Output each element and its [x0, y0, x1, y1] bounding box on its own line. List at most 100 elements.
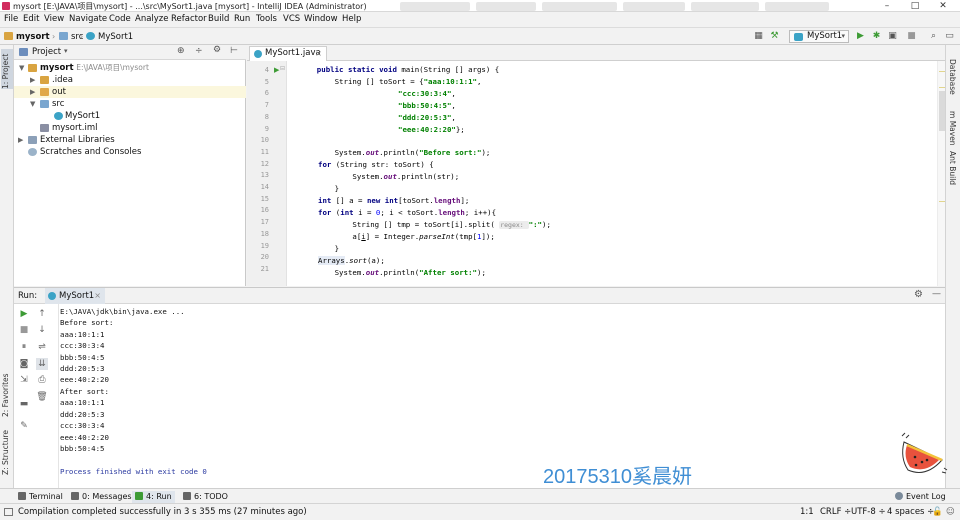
run-configuration-select[interactable]: MySort1 ▾: [789, 30, 849, 43]
search-icon[interactable]: ⌕: [928, 31, 939, 42]
code-keyword: new int: [366, 196, 399, 205]
tab-project[interactable]: 1: Project: [1, 49, 13, 89]
code-string: "aaa:10:1:1": [423, 77, 477, 86]
run-tab-mysort1[interactable]: MySort1 ×: [45, 288, 105, 304]
tab-ant-build[interactable]: Ant Build: [948, 151, 957, 185]
project-panel-header: Project ▾ ⊕ ÷ ⚙ ⊢: [14, 45, 246, 60]
up-arrow-icon[interactable]: ↑: [36, 308, 48, 320]
code-string: "Before sort:": [419, 148, 482, 157]
tree-item-scratches[interactable]: Scratches and Consoles: [14, 146, 246, 158]
print-icon[interactable]: ⎙: [36, 374, 48, 386]
tab-messages[interactable]: 0: Messages: [71, 491, 132, 503]
editor-tab-mysort1-java[interactable]: MySort1.java ×: [249, 46, 327, 61]
minimize-icon[interactable]: –: [874, 0, 900, 12]
camera-icon[interactable]: ◙: [18, 358, 30, 370]
hide-icon[interactable]: ⊢: [230, 46, 238, 56]
chevron-down-icon[interactable]: ▾: [64, 47, 68, 55]
project-view-label[interactable]: Project: [32, 47, 61, 57]
debug-icon[interactable]: ✱: [871, 31, 882, 42]
indent-setting[interactable]: 4 spaces ÷: [887, 507, 934, 517]
minimize-panel-icon[interactable]: —: [932, 289, 941, 299]
tab-run[interactable]: 4: Run: [132, 491, 175, 503]
menu-refactor[interactable]: Refactor: [171, 14, 207, 24]
menu-build[interactable]: Build: [208, 14, 229, 24]
scroll-to-end-icon[interactable]: ⇊: [36, 358, 48, 370]
scrollbar-thumb[interactable]: [939, 91, 945, 131]
gear-icon[interactable]: ⚙: [914, 289, 923, 300]
stop-icon[interactable]: ■: [18, 324, 30, 336]
editor-scrollbar[interactable]: [937, 61, 945, 286]
menu-navigate[interactable]: Navigate: [69, 14, 107, 24]
coverage-icon[interactable]: ▣: [887, 31, 898, 42]
caret-position[interactable]: 1:1: [800, 507, 814, 517]
breadcrumb-project[interactable]: mysort: [4, 31, 50, 43]
menu-view[interactable]: View: [44, 14, 64, 24]
lock-icon[interactable]: 🔓: [932, 507, 943, 517]
menu-tools[interactable]: Tools: [256, 14, 277, 24]
java-class-icon: [86, 32, 95, 40]
toggle-tool-windows-icon[interactable]: [4, 508, 13, 516]
rerun-icon[interactable]: ▶: [18, 308, 30, 320]
tree-item-external-libraries[interactable]: ▶ External Libraries: [14, 134, 246, 146]
menu-edit[interactable]: Edit: [23, 14, 39, 24]
collapse-icon[interactable]: ÷: [195, 46, 203, 56]
pause-icon[interactable]: ⏸: [18, 341, 30, 353]
tree-item-mysort1[interactable]: MySort1: [14, 110, 246, 122]
down-arrow-icon[interactable]: ↓: [36, 324, 48, 336]
module-folder-icon: [28, 64, 37, 72]
tab-terminal[interactable]: Terminal: [18, 491, 63, 503]
tab-favorites[interactable]: 2: Favorites: [1, 373, 13, 417]
restore-layout-icon[interactable]: ⇲: [18, 374, 30, 386]
pin-icon[interactable]: ✎: [18, 420, 30, 432]
console-line: eee:40:2:20: [60, 375, 109, 384]
tab-maven[interactable]: m Maven: [948, 111, 957, 146]
java-class-icon: [48, 292, 56, 300]
tree-item-mysort[interactable]: ▼ mysort E:\JAVA\项目\mysort: [14, 62, 246, 74]
file-encoding[interactable]: UTF-8 ÷: [851, 507, 886, 517]
close-window-icon[interactable]: ✕: [930, 0, 956, 12]
hammer-icon[interactable]: ⚒: [769, 31, 780, 42]
breadcrumb-class[interactable]: MySort1: [86, 31, 133, 43]
gear-icon[interactable]: ⚙: [213, 45, 221, 55]
tab-structure[interactable]: Z: Structure: [1, 430, 13, 475]
menu-help[interactable]: Help: [342, 14, 361, 24]
tree-item-out[interactable]: ▶ out: [14, 86, 246, 98]
line-separator[interactable]: CRLF ÷: [820, 507, 851, 517]
menu-analyze[interactable]: Analyze: [135, 14, 169, 24]
line-number: 5: [264, 77, 269, 86]
layout-icon[interactable]: ▭: [944, 31, 955, 42]
menu-window[interactable]: Window: [304, 14, 338, 24]
status-message[interactable]: Compilation completed successfully in 3 …: [18, 507, 307, 517]
run-gutter-icon[interactable]: ▶: [274, 66, 279, 74]
menu-vcs[interactable]: VCS: [283, 14, 300, 24]
tab-database[interactable]: Database: [948, 59, 957, 95]
stop-icon[interactable]: ■: [906, 31, 917, 42]
console-line: bbb:50:4:5: [60, 444, 105, 453]
watermelon-seed: [920, 460, 924, 464]
menu-file[interactable]: File: [4, 14, 18, 24]
maximize-icon[interactable]: □: [902, 0, 928, 12]
code-string: "bbb:50:4:5": [398, 101, 452, 110]
soft-wrap-icon[interactable]: ⇌: [36, 341, 48, 353]
bottom-tool-tabs: Terminal 0: Messages 4: Run 6: TODO Even…: [0, 488, 960, 503]
fold-icon[interactable]: ⊟: [280, 65, 285, 72]
code-token: String [] toSort = {: [299, 77, 424, 86]
build-icon[interactable]: ▦: [753, 31, 764, 42]
tree-item-idea[interactable]: ▶ .idea: [14, 74, 246, 86]
menu-run[interactable]: Run: [234, 14, 250, 24]
console-output[interactable]: E:\JAVA\jdk\bin\java.exe ... Before sort…: [58, 304, 948, 489]
close-tab-icon[interactable]: ×: [94, 288, 101, 304]
pin-tab-icon[interactable]: ▬: [18, 398, 30, 410]
error-stripe-marker: [939, 87, 945, 88]
tree-item-mysort-iml[interactable]: mysort.iml: [14, 122, 246, 134]
tab-todo[interactable]: 6: TODO: [183, 491, 228, 503]
code-token: main(String [] args) {: [401, 65, 500, 74]
tab-event-log[interactable]: Event Log: [895, 491, 946, 503]
locate-icon[interactable]: ⊕: [177, 46, 185, 56]
trash-icon[interactable]: 🗑: [36, 391, 48, 403]
run-icon[interactable]: ▶: [855, 31, 866, 42]
inspector-icon[interactable]: ☺: [946, 507, 955, 517]
menu-code[interactable]: Code: [109, 14, 131, 24]
tree-item-src[interactable]: ▼ src: [14, 98, 246, 110]
close-tab-icon[interactable]: ×: [315, 47, 322, 60]
